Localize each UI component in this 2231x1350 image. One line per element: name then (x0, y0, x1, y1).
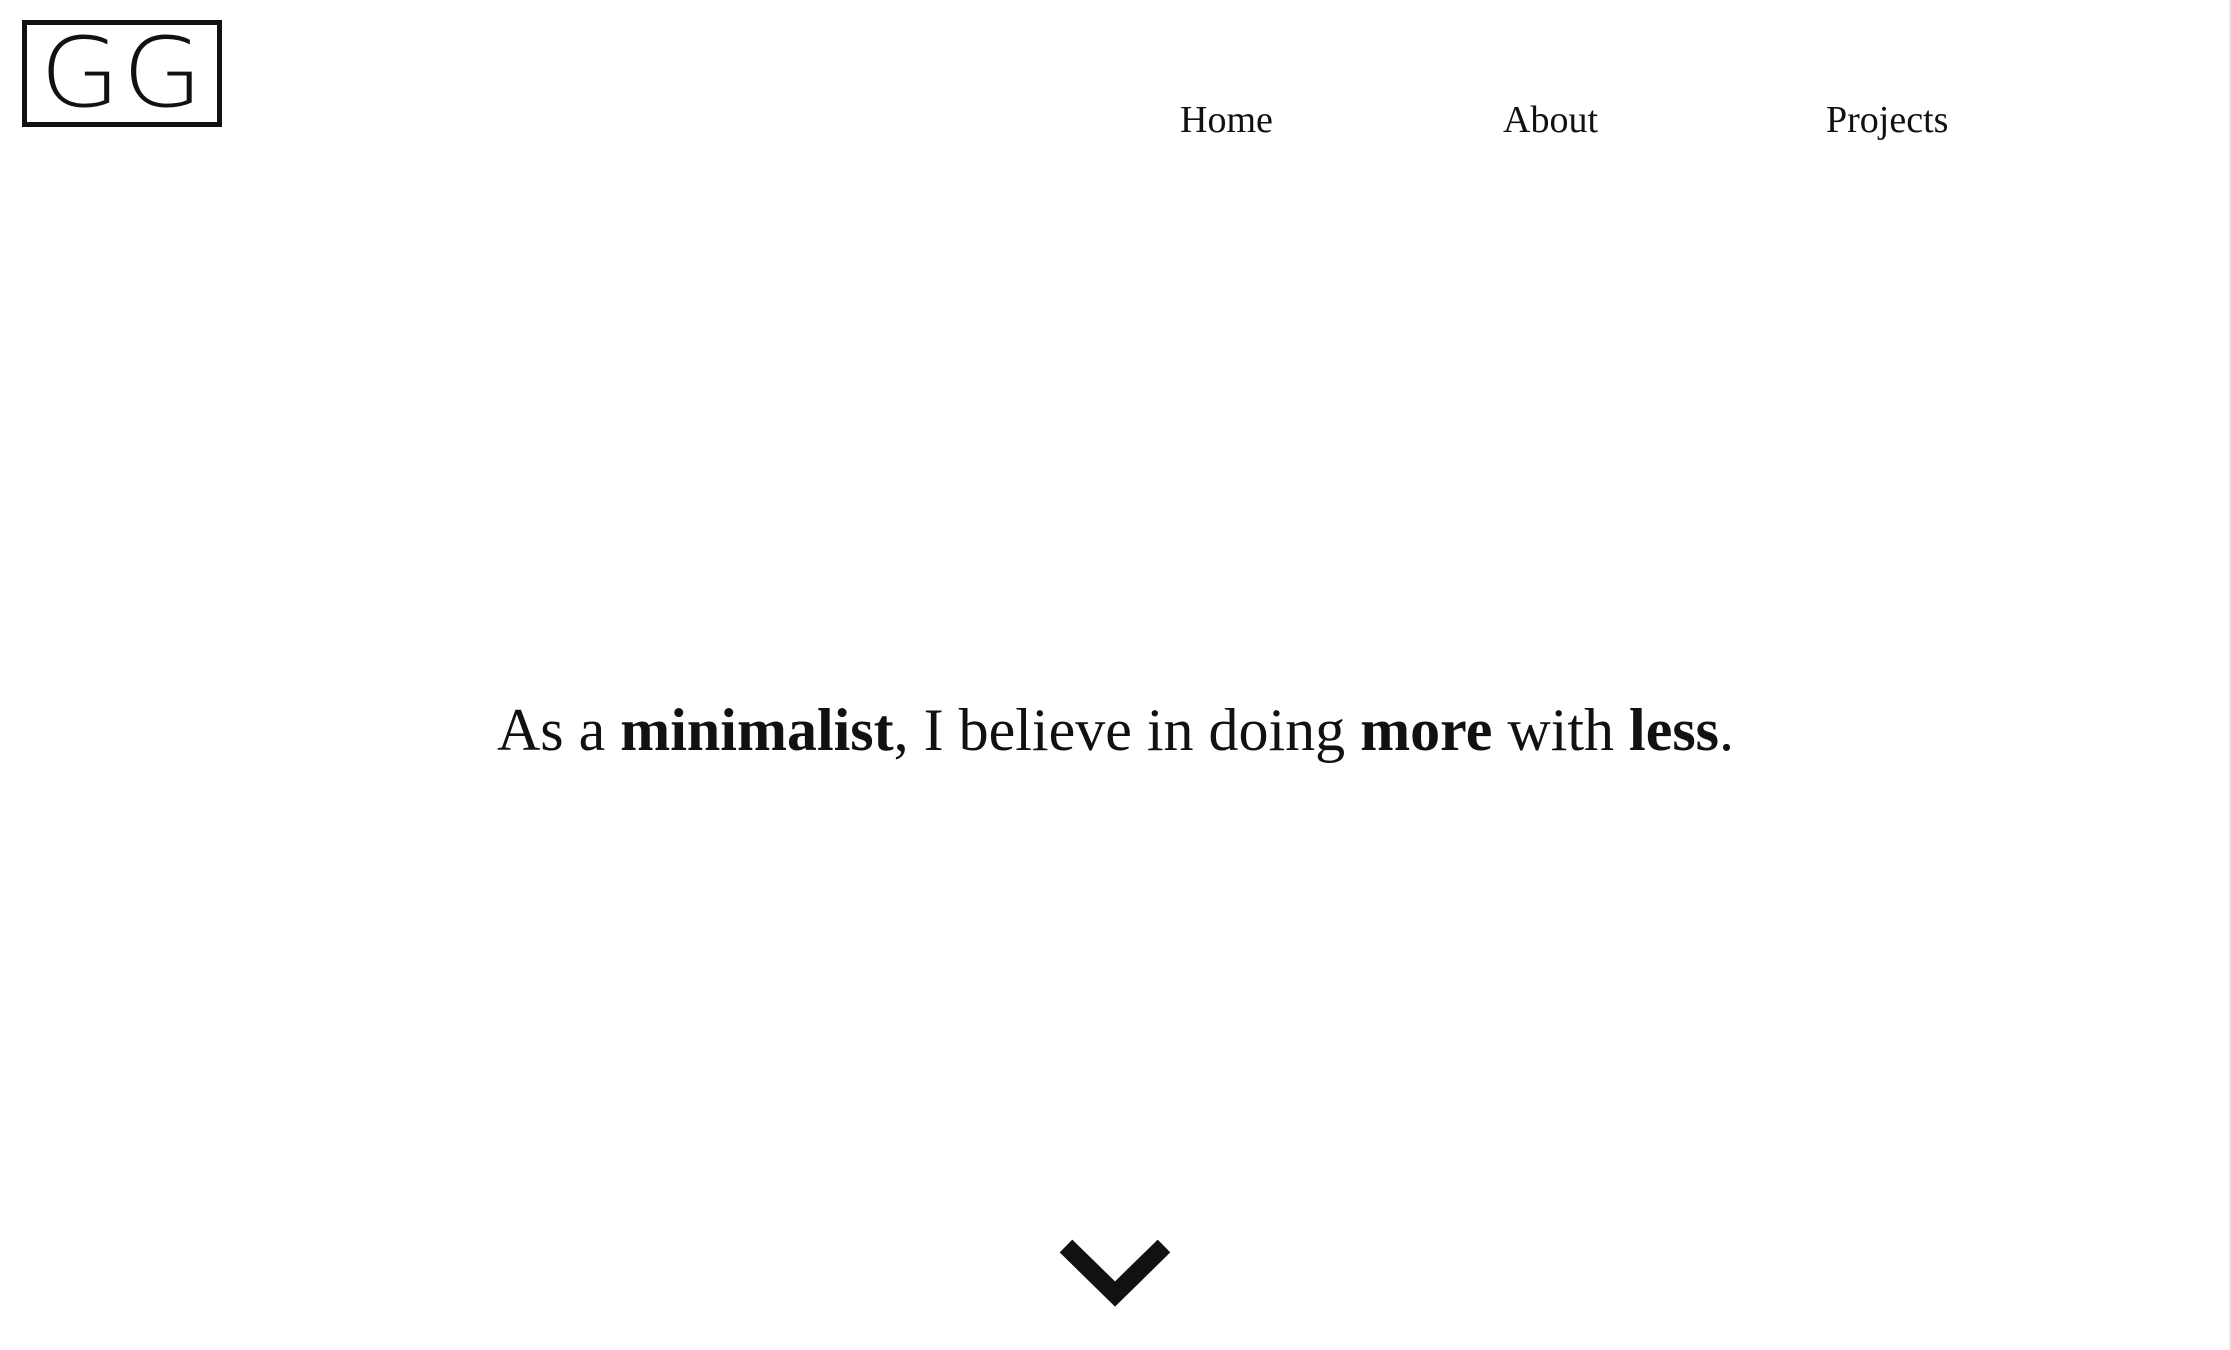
hero-bold-less: less (1629, 697, 1720, 763)
main-nav: Home About Projects (0, 98, 2231, 148)
scroll-down-button[interactable] (1058, 1236, 1172, 1312)
chevron-down-icon (1059, 1239, 1171, 1307)
nav-link-about[interactable]: About (1503, 98, 1598, 142)
hero-tagline: As a minimalist, I believe in doing more… (0, 692, 2231, 768)
hero-text-4: . (1719, 697, 1735, 763)
hero-bold-minimalist: minimalist (620, 697, 894, 763)
hero-bold-more: more (1360, 697, 1493, 763)
nav-link-projects[interactable]: Projects (1826, 98, 1948, 142)
hero-text-3: with (1492, 697, 1630, 763)
nav-link-home[interactable]: Home (1180, 98, 1273, 142)
page: GG Home About Projects As a minimalist, … (0, 0, 2231, 1350)
hero-text-1: As a (496, 697, 621, 763)
hero-text-2: , I believe in doing (893, 697, 1361, 763)
